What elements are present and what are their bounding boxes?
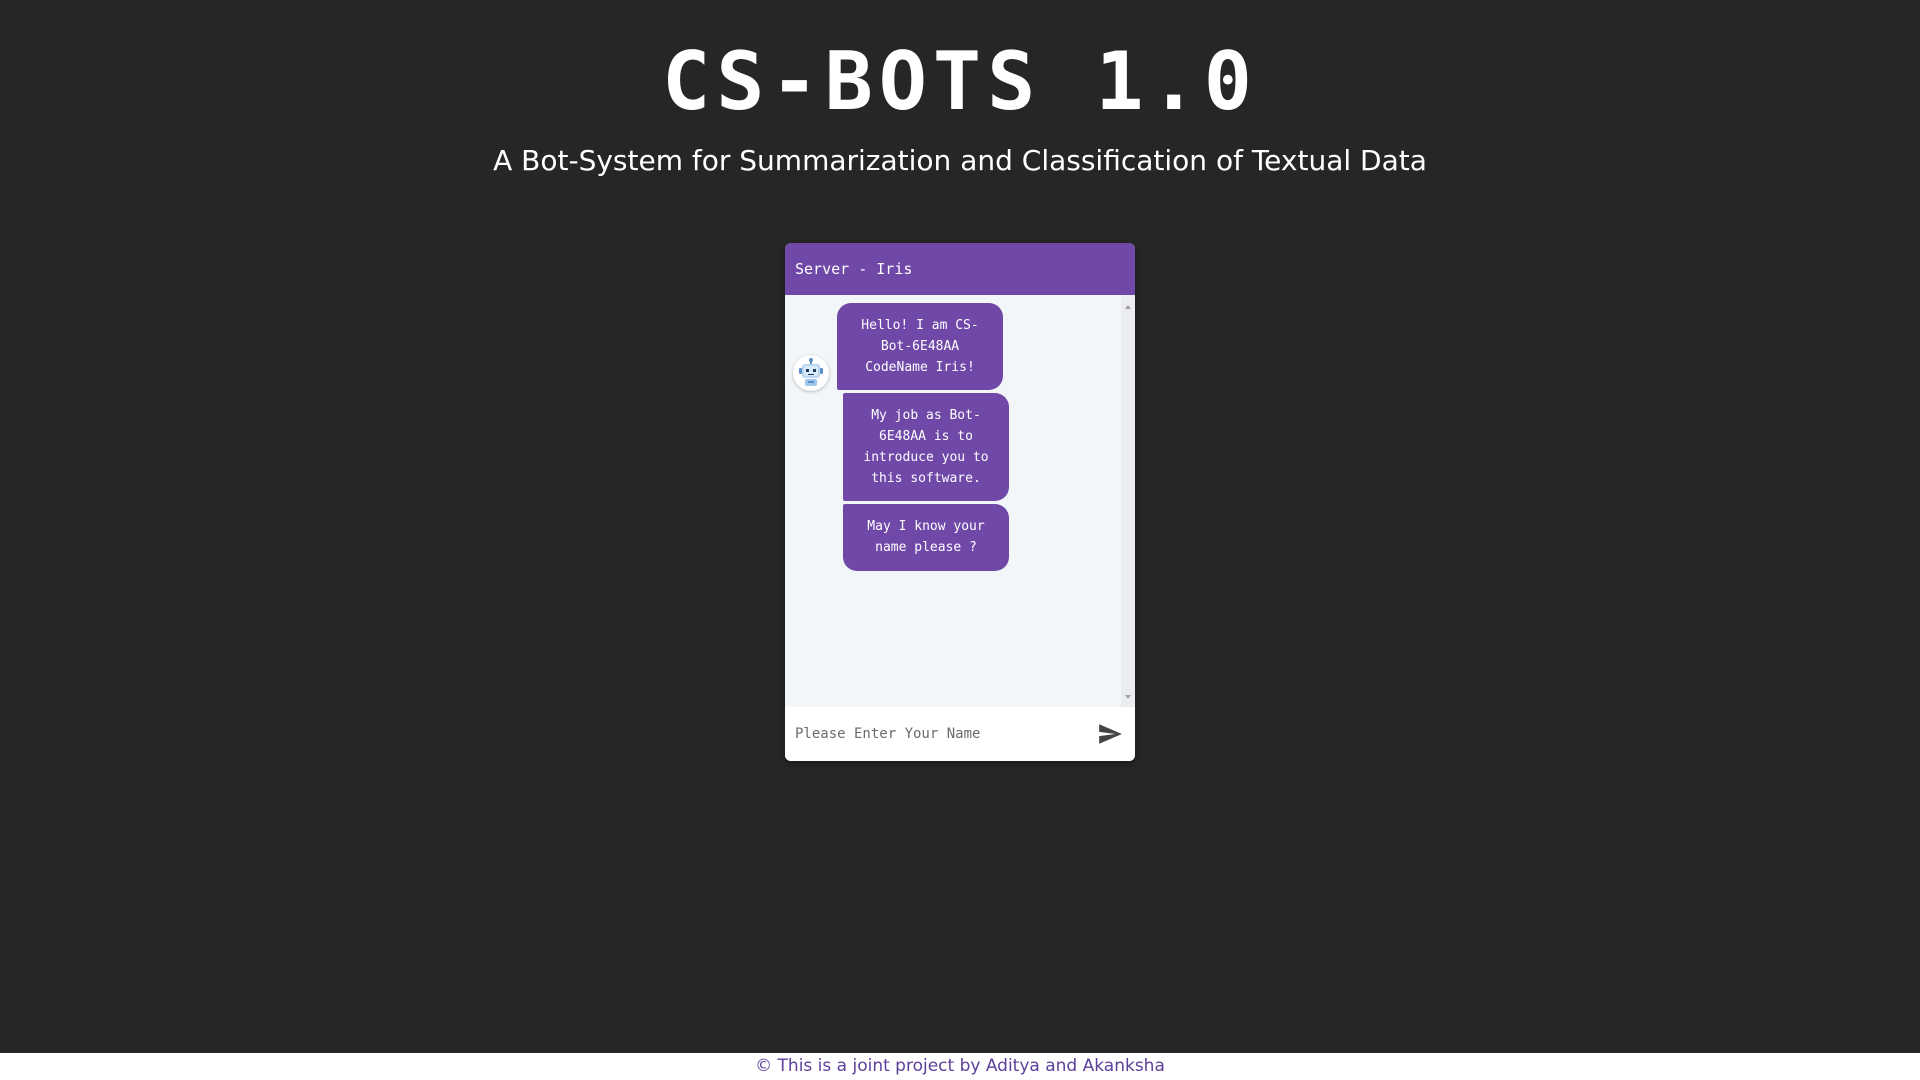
page-subtitle: A Bot-System for Summarization and Class… bbox=[493, 144, 1427, 177]
footer-text: © This is a joint project by Aditya and … bbox=[755, 1056, 1165, 1076]
chat-scrollbar[interactable] bbox=[1121, 295, 1135, 707]
footer: © This is a joint project by Aditya and … bbox=[0, 1053, 1920, 1080]
chat-header-title: Server - Iris bbox=[795, 260, 913, 278]
page-title: CS-BOTS 1.0 bbox=[662, 35, 1258, 128]
chat-window: Server - Iris Hello! I am CS-Bot-6E48AA … bbox=[785, 243, 1135, 761]
scroll-down-icon[interactable] bbox=[1125, 695, 1131, 699]
bot-message: My job as Bot-6E48AA is to introduce you… bbox=[843, 393, 1009, 501]
robot-icon bbox=[793, 355, 829, 391]
chat-input-bar bbox=[785, 707, 1135, 761]
chat-messages[interactable]: Hello! I am CS-Bot-6E48AA CodeName Iris!… bbox=[785, 295, 1135, 707]
chat-header: Server - Iris bbox=[785, 243, 1135, 295]
name-input[interactable] bbox=[785, 707, 1085, 761]
bot-message: Hello! I am CS-Bot-6E48AA CodeName Iris! bbox=[837, 303, 1003, 390]
bot-message: May I know your name please ? bbox=[843, 504, 1009, 571]
page: CS-BOTS 1.0 A Bot-System for Summarizati… bbox=[0, 0, 1920, 1080]
scroll-up-icon[interactable] bbox=[1125, 305, 1131, 309]
send-icon[interactable] bbox=[1097, 721, 1123, 747]
